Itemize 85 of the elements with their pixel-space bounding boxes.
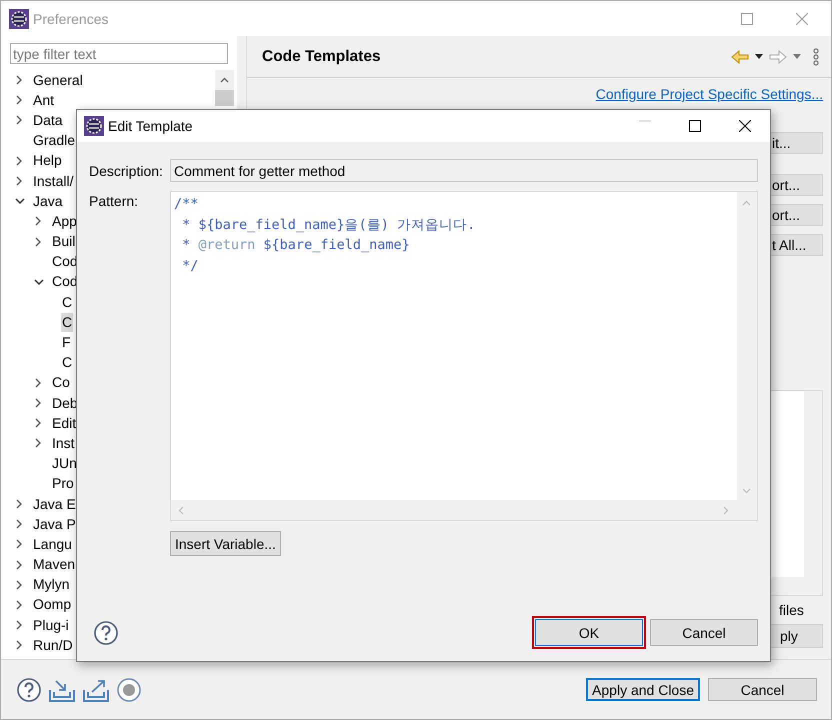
chevron-down-icon[interactable]: [15, 197, 25, 206]
apply-button[interactable]: ply: [769, 624, 823, 648]
project-settings-link[interactable]: Configure Project Specific Settings...: [596, 86, 823, 102]
tree-item[interactable]: Edit: [51, 414, 78, 433]
side-button[interactable]: ort...: [769, 174, 823, 196]
tree-item[interactable]: Install/: [32, 172, 74, 191]
record-icon[interactable]: [117, 678, 141, 702]
tree-item[interactable]: Help: [32, 151, 63, 170]
chevron-down-icon[interactable]: [34, 278, 44, 286]
tree-item[interactable]: Java: [32, 192, 64, 211]
tree-item[interactable]: C: [61, 312, 74, 332]
menu-icon[interactable]: [813, 48, 819, 66]
chevron-right-icon[interactable]: [15, 620, 23, 630]
side-button[interactable]: it...: [769, 132, 823, 154]
field-label: Description:: [89, 162, 164, 181]
field-label: Pattern:: [89, 192, 140, 211]
chevron-right-icon[interactable]: [34, 438, 42, 448]
chevron-right-icon[interactable]: [15, 156, 23, 166]
code-line: * @return ${bare_field_name}: [181, 236, 410, 256]
dialog-button[interactable]: Cancel: [650, 619, 758, 646]
tree-item[interactable]: Java E: [32, 494, 77, 514]
chevron-right-icon[interactable]: [15, 95, 23, 106]
chevron-right-icon[interactable]: [15, 115, 23, 126]
maximize-icon[interactable]: [689, 120, 701, 132]
tree-item[interactable]: General: [32, 70, 84, 90]
scroll-up-icon[interactable]: [220, 77, 229, 83]
side-button[interactable]: ort...: [769, 204, 823, 226]
scrollbar[interactable]: [215, 70, 234, 106]
tree-item[interactable]: C: [61, 353, 74, 372]
tree-item[interactable]: Ant: [32, 90, 56, 110]
footer-button[interactable]: Cancel: [708, 678, 817, 701]
chevron-right-icon[interactable]: [15, 75, 23, 86]
side-button[interactable]: t All...: [769, 234, 823, 256]
tree-item[interactable]: Pro: [51, 474, 75, 494]
dropdown-icon[interactable]: [755, 54, 763, 59]
tree-item[interactable]: JUn: [51, 454, 78, 474]
tree-item[interactable]: Run/D: [32, 636, 74, 655]
code-line: * ${bare_field_name}을(를) 가져옵니다.: [181, 216, 476, 235]
tree-item[interactable]: Inst: [51, 434, 76, 453]
tree-item[interactable]: Plug-i: [32, 616, 70, 635]
tree-item[interactable]: Oomp: [32, 595, 72, 614]
help-icon[interactable]: [94, 620, 118, 644]
chevron-right-icon[interactable]: [15, 519, 23, 530]
tree-item[interactable]: Maven: [32, 555, 76, 574]
chevron-right-icon[interactable]: [15, 539, 23, 550]
back-arrow-icon[interactable]: [731, 50, 749, 64]
chevron-right-icon[interactable]: [15, 176, 23, 186]
dialog-title: Edit Template: [108, 118, 193, 134]
tree-item[interactable]: Data: [32, 110, 64, 130]
tree-item[interactable]: Java P: [32, 514, 77, 534]
description-field[interactable]: Comment for getter method: [170, 159, 758, 182]
chevron-right-icon[interactable]: [34, 216, 42, 226]
chevron-right-icon[interactable]: [34, 236, 42, 247]
code-line: */: [181, 257, 198, 276]
tree-item[interactable]: Langu: [32, 534, 73, 554]
tree-item[interactable]: F: [61, 333, 72, 352]
chevron-right-icon[interactable]: [15, 580, 23, 590]
code-line: /**: [173, 195, 198, 214]
app-icon: [9, 8, 29, 28]
page-title: Code Templates: [262, 48, 381, 66]
chevron-right-icon[interactable]: [15, 640, 23, 650]
import-icon[interactable]: [49, 678, 75, 702]
insert-variable-button[interactable]: Insert Variable...: [170, 531, 281, 556]
chevron-right-icon[interactable]: [34, 398, 42, 408]
app-icon: [84, 116, 104, 136]
window-title: Preferences: [33, 10, 108, 26]
pattern-editor[interactable]: /** * ${bare_field_name}을(를) 가져옵니다. * @return ${bare_field_name} */: [170, 191, 758, 521]
close-icon[interactable]: [739, 120, 751, 132]
chevron-right-icon[interactable]: [15, 560, 23, 570]
dialog-button[interactable]: OK: [535, 619, 643, 646]
chevron-right-icon[interactable]: [34, 378, 42, 388]
tree-item[interactable]: Mylyn: [32, 575, 71, 594]
files-label: files: [778, 602, 805, 618]
export-icon[interactable]: [83, 678, 109, 702]
tree-item[interactable]: C: [61, 292, 74, 312]
tree-item[interactable]: Buil: [51, 232, 76, 252]
chevron-right-icon[interactable]: [15, 600, 23, 610]
tree-item[interactable]: Gradle: [32, 131, 76, 150]
chevron-right-icon[interactable]: [34, 418, 42, 428]
help-icon[interactable]: [17, 678, 41, 702]
chevron-right-icon[interactable]: [15, 499, 23, 510]
filter-field[interactable]: type filter text: [10, 43, 228, 64]
tree-item[interactable]: Co: [51, 373, 71, 392]
footer-button[interactable]: Apply and Close: [586, 678, 700, 701]
tree-item[interactable]: App: [51, 212, 78, 231]
